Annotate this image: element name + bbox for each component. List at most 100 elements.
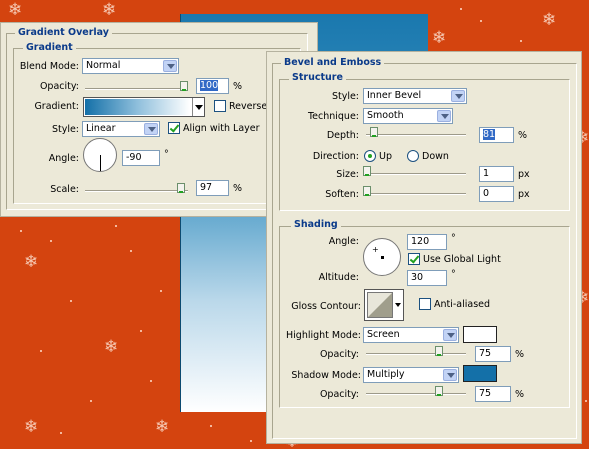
soften-slider-track[interactable]	[366, 193, 466, 195]
angle-value: -90	[126, 152, 142, 163]
shadow-opacity-track[interactable]	[366, 393, 466, 395]
reverse-label: Reverse	[229, 101, 268, 112]
technique-label: Technique:	[307, 111, 359, 122]
shadow-opacity-input[interactable]: 75	[475, 386, 511, 402]
opacity-slider-thumb[interactable]	[180, 81, 188, 91]
scale-unit: %	[233, 183, 243, 194]
size-unit: px	[518, 169, 530, 180]
opacity-unit: %	[233, 81, 243, 92]
altitude-input[interactable]: 30	[407, 270, 447, 286]
chevron-down-icon	[451, 90, 465, 102]
size-slider-track[interactable]	[366, 173, 466, 175]
soften-label: Soften:	[325, 189, 359, 200]
snowflake-icon: ❄	[104, 337, 119, 357]
opacity-slider-track[interactable]	[85, 88, 188, 90]
gradient-dropdown-arrow[interactable]	[192, 98, 204, 116]
angle-dial-needle	[100, 155, 101, 171]
blend-mode-label: Blend Mode:	[19, 61, 79, 72]
snowflake-icon: ❄	[24, 252, 39, 272]
shadow-mode-select[interactable]: Multiply	[363, 367, 459, 383]
anti-aliased-label: Anti-aliased	[434, 299, 491, 310]
opacity-label: Opacity:	[39, 81, 79, 92]
gloss-contour-picker[interactable]	[364, 289, 404, 321]
altitude-label: Altitude:	[318, 272, 359, 283]
use-global-light-label: Use Global Light	[423, 254, 501, 265]
technique-value: Smooth	[367, 110, 404, 121]
size-input[interactable]: 1	[479, 166, 514, 182]
shadow-color-swatch[interactable]	[463, 365, 497, 382]
shading-angle-dial[interactable]: +	[363, 238, 401, 276]
shadow-opacity-unit: %	[515, 389, 525, 400]
direction-label: Direction:	[312, 151, 359, 162]
chevron-down-icon	[395, 303, 401, 307]
highlight-opacity-value: 75	[479, 348, 492, 359]
highlight-opacity-unit: %	[515, 349, 525, 360]
style-label: Style:	[51, 124, 79, 135]
style-value: Linear	[86, 123, 116, 134]
anti-aliased-checkbox[interactable]	[419, 298, 431, 310]
gloss-contour-label: Gloss Contour:	[291, 301, 361, 312]
highlight-color-swatch[interactable]	[463, 326, 497, 343]
direction-down-radio[interactable]	[407, 150, 419, 162]
align-with-layer-checkbox[interactable]	[168, 122, 180, 134]
depth-slider-thumb[interactable]	[369, 127, 378, 137]
crosshair-icon: +	[372, 245, 379, 254]
style-select[interactable]: Linear	[82, 121, 160, 137]
blend-mode-select[interactable]: Normal	[82, 58, 179, 74]
depth-slider-track[interactable]	[366, 134, 466, 136]
soften-input[interactable]: 0	[479, 186, 514, 202]
scale-input[interactable]: 97	[196, 180, 229, 196]
bevel-style-label: Style:	[331, 91, 359, 102]
soften-slider-thumb[interactable]	[363, 186, 371, 196]
depth-unit: %	[518, 130, 528, 141]
bevel-emboss-panel: Bevel and Emboss Structure Style: Inner …	[266, 51, 582, 444]
snowflake-icon: ❄	[432, 28, 447, 48]
angle-input[interactable]: -90	[122, 150, 160, 166]
shadow-opacity-thumb[interactable]	[435, 386, 443, 396]
scale-slider-track[interactable]	[85, 190, 188, 192]
direction-up-label: Up	[379, 151, 392, 162]
angle-dial-center-dot	[381, 256, 384, 259]
gradient-swatch	[85, 99, 190, 115]
shadow-opacity-value: 75	[479, 388, 492, 399]
reverse-checkbox[interactable]	[214, 100, 226, 112]
chevron-down-icon	[195, 105, 203, 110]
highlight-opacity-track[interactable]	[366, 353, 466, 355]
direction-down-label: Down	[422, 151, 449, 162]
highlight-opacity-input[interactable]: 75	[475, 346, 511, 362]
size-value: 1	[483, 168, 490, 179]
chevron-down-icon	[443, 369, 457, 381]
highlight-mode-label: Highlight Mode:	[286, 330, 361, 341]
scale-slider-thumb[interactable]	[177, 183, 186, 193]
blend-mode-value: Normal	[86, 60, 121, 71]
opacity-input[interactable]: 100	[196, 78, 229, 94]
snowflake-icon: ❄	[542, 10, 557, 30]
highlight-opacity-label: Opacity:	[319, 349, 359, 360]
shading-angle-input[interactable]: 120	[407, 234, 447, 250]
size-slider-thumb[interactable]	[363, 166, 371, 176]
altitude-value: 30	[411, 272, 424, 283]
opacity-value: 100	[200, 80, 219, 91]
highlight-mode-select[interactable]: Screen	[363, 327, 459, 343]
altitude-unit: °	[451, 269, 456, 280]
gradient-label: Gradient:	[34, 101, 79, 112]
use-global-light-checkbox[interactable]	[408, 253, 420, 265]
technique-select[interactable]: Smooth	[363, 108, 453, 124]
size-label: Size:	[336, 169, 359, 180]
bevel-emboss-title: Bevel and Emboss	[281, 57, 385, 68]
angle-unit: °	[164, 149, 169, 160]
highlight-mode-value: Screen	[367, 329, 400, 340]
highlight-opacity-thumb[interactable]	[435, 346, 443, 356]
snowflake-icon: ❄	[8, 0, 23, 20]
structure-title: Structure	[289, 72, 346, 83]
shadow-mode-value: Multiply	[367, 369, 405, 380]
shading-angle-unit: °	[451, 233, 456, 244]
direction-up-radio[interactable]	[364, 150, 376, 162]
bevel-style-select[interactable]: Inner Bevel	[363, 88, 467, 104]
angle-dial[interactable]	[83, 138, 117, 172]
gradient-overlay-title: Gradient Overlay	[15, 27, 112, 38]
depth-label: Depth:	[326, 130, 359, 141]
depth-input[interactable]: 81	[479, 127, 514, 143]
gradient-picker[interactable]	[83, 97, 205, 117]
chevron-down-icon	[163, 60, 177, 72]
